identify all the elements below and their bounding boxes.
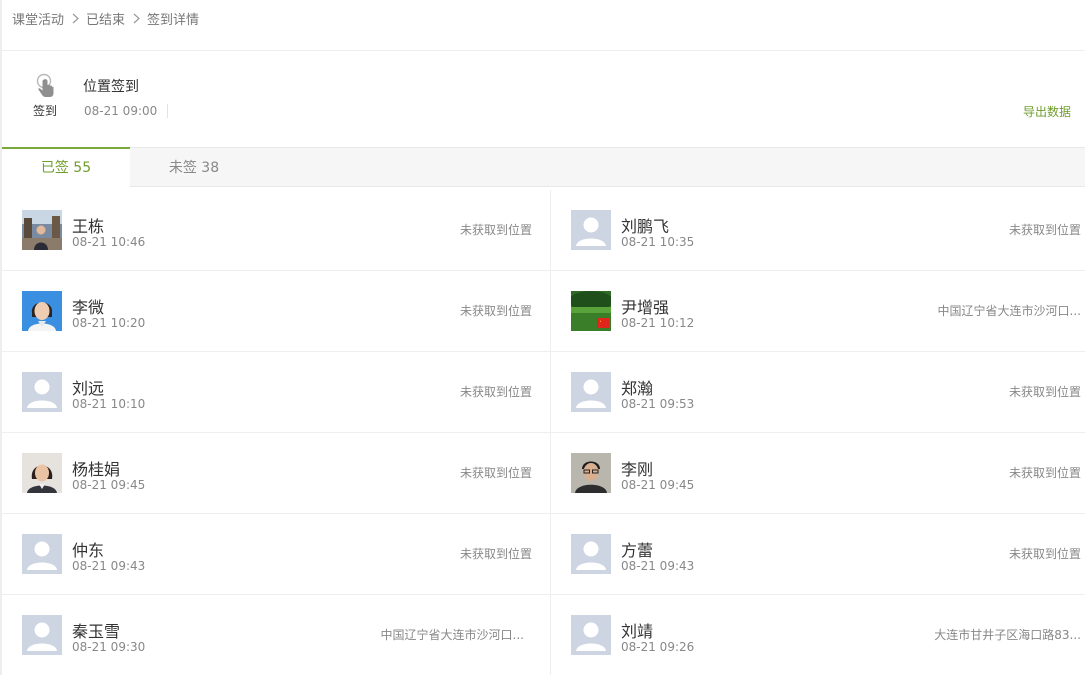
breadcrumb-item-class-activities[interactable]: 课堂活动 — [12, 9, 64, 28]
signin-location: 未获取到位置 — [1008, 547, 1081, 561]
signin-location: 未获取到位置 — [1008, 223, 1081, 237]
list-item[interactable]: 尹增强 08-21 10:12 中国辽宁省大连市沙河口... — [551, 271, 1085, 352]
list-item[interactable]: 仲东 08-21 09:43 未获取到位置 — [2, 514, 550, 595]
export-data-link[interactable]: 导出数据 — [1023, 103, 1071, 120]
activity-title: 位置签到 — [83, 79, 139, 95]
signin-location: 未获取到位置 — [459, 547, 532, 561]
avatar — [22, 453, 62, 493]
list-item[interactable]: 李刚 08-21 09:45 未获取到位置 — [551, 433, 1085, 514]
signin-location: 中国辽宁省大连市沙河口... — [937, 304, 1081, 318]
list-item[interactable]: 王栋 08-21 10:46 未获取到位置 — [2, 190, 550, 271]
tab-signed[interactable]: 已签 55 — [2, 147, 130, 188]
student-name: 王栋 — [72, 217, 105, 236]
student-name: 仲东 — [72, 541, 105, 560]
chevron-right-icon — [64, 11, 86, 26]
signin-time: 08-21 09:43 — [72, 559, 146, 573]
student-name: 方蕾 — [621, 541, 654, 560]
chevron-right-icon — [125, 11, 147, 26]
student-name: 尹增强 — [621, 298, 670, 317]
list-item[interactable]: 秦玉雪 08-21 09:30 中国辽宁省大连市沙河口... — [2, 595, 550, 675]
column-divider — [550, 190, 551, 675]
activity-time: 08-21 09:00 — [84, 104, 169, 118]
student-name: 李刚 — [621, 460, 654, 479]
signin-time: 08-21 10:46 — [72, 235, 146, 249]
list-item[interactable]: 杨桂娟 08-21 09:45 未获取到位置 — [2, 433, 550, 514]
student-name: 刘远 — [72, 379, 105, 398]
signin-time: 08-21 10:10 — [72, 397, 146, 411]
activity-type-label: 签到 — [32, 104, 57, 118]
avatar — [571, 210, 611, 250]
signin-time: 08-21 09:45 — [72, 478, 146, 492]
signin-location: 未获取到位置 — [459, 385, 532, 399]
signin-time: 08-21 10:20 — [72, 316, 146, 330]
student-name: 李微 — [72, 298, 105, 317]
breadcrumb-item-checkin-details: 签到详情 — [147, 12, 200, 28]
signin-time: 08-21 09:53 — [621, 397, 695, 411]
student-name: 秦玉雪 — [72, 622, 121, 641]
signin-time: 08-21 09:26 — [621, 640, 695, 654]
avatar — [22, 534, 62, 574]
list-item[interactable]: 李微 08-21 10:20 未获取到位置 — [2, 271, 550, 352]
signin-time: 08-21 10:12 — [621, 316, 695, 330]
avatar — [571, 372, 611, 412]
avatar — [22, 291, 62, 331]
tab-unsigned[interactable]: 未签 38 — [130, 147, 258, 187]
list-item[interactable]: 刘远 08-21 10:10 未获取到位置 — [2, 352, 550, 433]
activity-summary: 签到 位置签到 08-21 09:00 导出数据 — [2, 51, 1085, 147]
student-name: 郑瀚 — [621, 379, 654, 398]
activity-type: 签到 — [20, 73, 70, 119]
signin-time: 08-21 09:43 — [621, 559, 695, 573]
avatar — [22, 615, 62, 655]
signin-location: 大连市甘井子区海口路83... — [934, 628, 1081, 642]
student-name: 刘鹏飞 — [621, 217, 670, 236]
avatar — [22, 210, 62, 250]
signin-time: 08-21 09:30 — [72, 640, 146, 654]
signin-location: 未获取到位置 — [459, 304, 532, 318]
avatar — [22, 372, 62, 412]
avatar — [571, 291, 611, 331]
signin-time: 08-21 10:35 — [621, 235, 695, 249]
signin-location: 中国辽宁省大连市沙河口... — [380, 628, 524, 642]
signin-location: 未获取到位置 — [1008, 466, 1081, 480]
breadcrumb-item-ended[interactable]: 已结束 — [86, 9, 125, 28]
avatar — [571, 615, 611, 655]
avatar — [571, 453, 611, 493]
list-item[interactable]: 刘靖 08-21 09:26 大连市甘井子区海口路83... — [551, 595, 1085, 675]
signin-location: 未获取到位置 — [1008, 385, 1081, 399]
student-name: 刘靖 — [621, 622, 654, 641]
list-item[interactable]: 刘鹏飞 08-21 10:35 未获取到位置 — [551, 190, 1085, 271]
signin-location: 未获取到位置 — [459, 223, 532, 237]
avatar — [571, 534, 611, 574]
signin-time: 08-21 09:45 — [621, 478, 695, 492]
hand-tap-icon — [36, 73, 54, 97]
list-item[interactable]: 郑瀚 08-21 09:53 未获取到位置 — [551, 352, 1085, 433]
student-name: 杨桂娟 — [72, 460, 121, 479]
list-item[interactable]: 方蕾 08-21 09:43 未获取到位置 — [551, 514, 1085, 595]
breadcrumb: 课堂活动 已结束 签到详情 — [12, 9, 200, 28]
signin-location: 未获取到位置 — [459, 466, 532, 480]
signin-tabs: 已签 55 未签 38 — [2, 147, 1085, 188]
